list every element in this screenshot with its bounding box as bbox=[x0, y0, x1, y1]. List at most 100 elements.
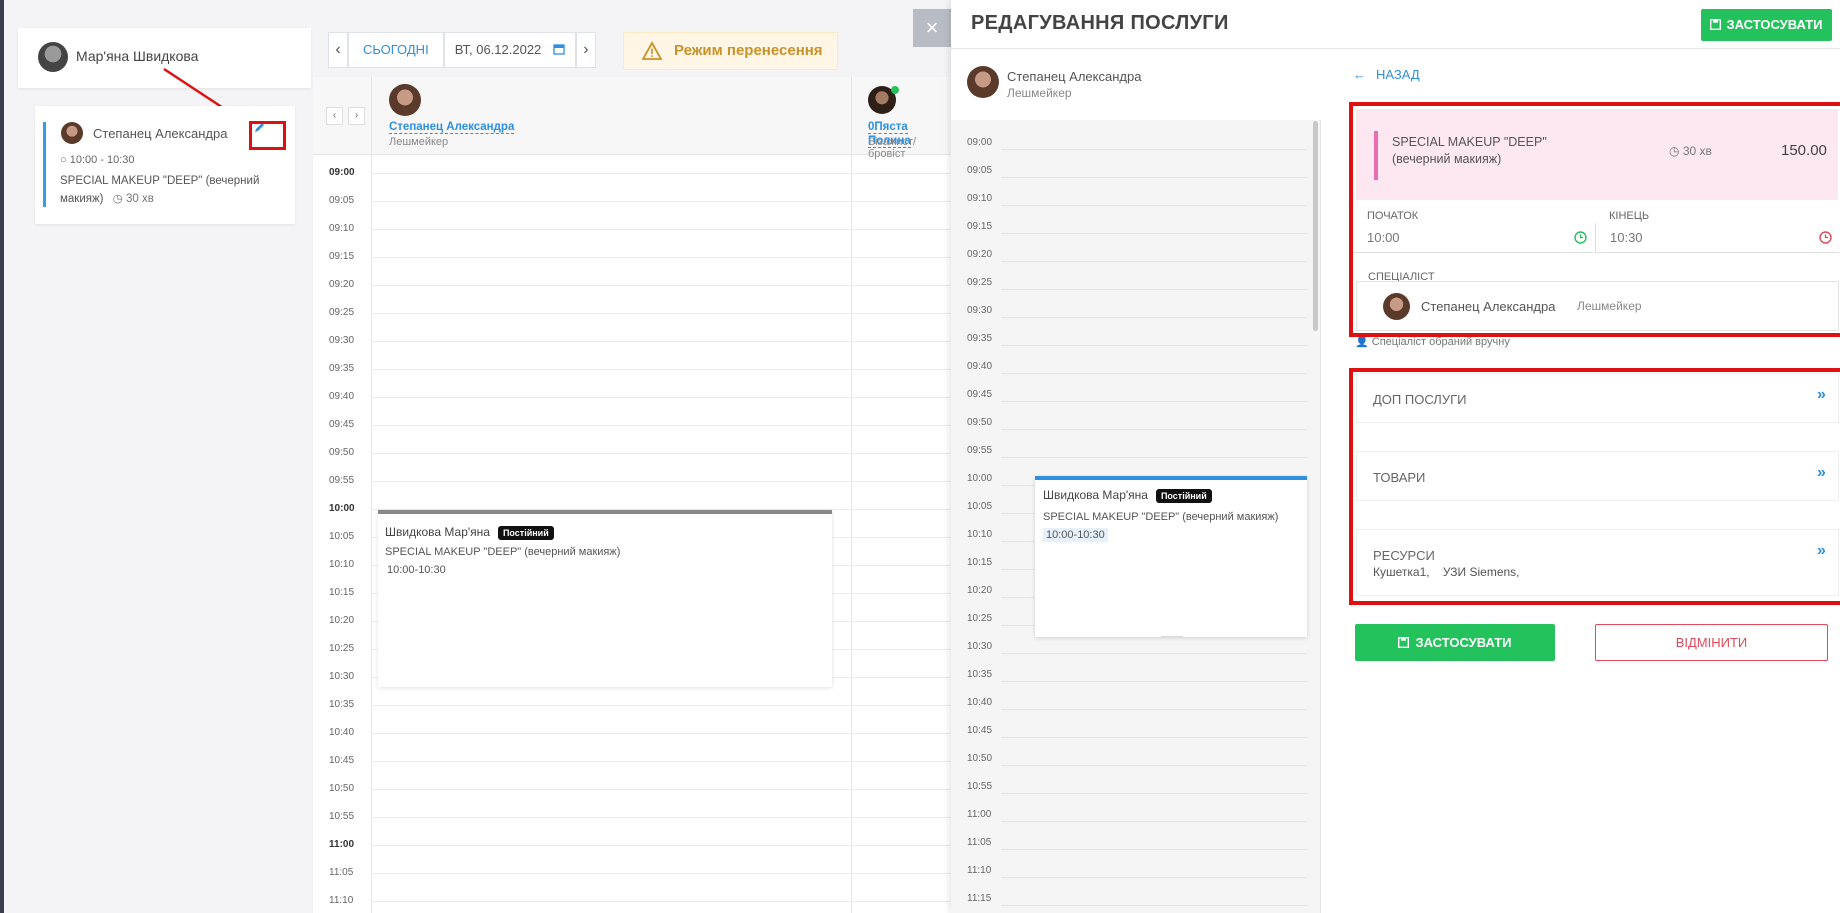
specialist-name-link[interactable]: Степанец Александра bbox=[389, 121, 515, 134]
mini-time-slot[interactable] bbox=[1001, 765, 1306, 766]
mini-time-slot[interactable] bbox=[1001, 149, 1306, 150]
mini-time-label: 10:25 bbox=[967, 613, 993, 624]
apply-top-button[interactable]: ЗАСТОСУВАТИ bbox=[1701, 9, 1832, 41]
mini-time-label: 10:00 bbox=[967, 473, 993, 484]
clock-icon: ○ bbox=[60, 154, 70, 166]
service-edit-form: ← НАЗАД SPECIAL MAKEUP "DEEP" (вечерний м… bbox=[1337, 49, 1840, 913]
panel-title: РЕДАГУВАННЯ ПОСЛУГИ bbox=[971, 12, 1229, 34]
mini-specialist-avatar bbox=[967, 66, 999, 98]
calendar-event[interactable]: Швидкова Мар'яна Постійний SPECIAL MAKEUP… bbox=[378, 510, 832, 687]
calendar-toolbar: ‹ СЬОГОДНІ ВТ, 06.12.2022 › bbox=[328, 32, 596, 68]
scrollbar[interactable] bbox=[1313, 121, 1318, 331]
app-left-rail bbox=[0, 0, 4, 913]
time-label: 10:50 bbox=[329, 783, 355, 794]
save-icon bbox=[1710, 18, 1722, 31]
time-slot[interactable] bbox=[372, 201, 953, 202]
specialist-avatar bbox=[389, 84, 421, 116]
time-slot[interactable] bbox=[372, 789, 953, 790]
cancel-button[interactable]: ВІДМІНИТИ bbox=[1595, 624, 1828, 661]
mini-time-slot[interactable] bbox=[1001, 205, 1306, 206]
save-icon bbox=[1398, 636, 1410, 649]
mini-timeline-header: Степанец Александра Лешмейкер bbox=[951, 49, 1321, 120]
time-slot[interactable] bbox=[372, 313, 953, 314]
specialist-column-1[interactable]: Степанец Александра bbox=[389, 119, 515, 134]
mini-time-slot[interactable] bbox=[1001, 289, 1306, 290]
mini-time-slot[interactable] bbox=[1001, 429, 1306, 430]
specialist-role: Лешмейкер bbox=[389, 136, 449, 148]
mini-specialist-name: Степанец Александра bbox=[1007, 69, 1142, 84]
mini-time-label: 09:30 bbox=[967, 305, 993, 316]
mini-time-slot[interactable] bbox=[1001, 317, 1306, 318]
mini-time-slot[interactable] bbox=[1001, 793, 1306, 794]
time-label: 10:10 bbox=[329, 559, 355, 570]
time-slot[interactable] bbox=[372, 453, 953, 454]
mini-time-slot[interactable] bbox=[1001, 177, 1306, 178]
time-label: 10:20 bbox=[329, 615, 355, 626]
mini-time-slot[interactable] bbox=[1001, 261, 1306, 262]
warning-icon bbox=[642, 41, 662, 60]
mini-time-slot[interactable] bbox=[1001, 821, 1306, 822]
prev-day-button[interactable]: ‹ bbox=[328, 32, 348, 68]
mini-timeline-event[interactable]: Швидкова Мар'яна Постійний SPECIAL MAKEUP… bbox=[1035, 476, 1307, 638]
close-panel-button[interactable]: × bbox=[913, 9, 951, 47]
mini-time-label: 11:10 bbox=[967, 865, 992, 876]
mini-time-slot[interactable] bbox=[1001, 401, 1306, 402]
mini-time-label: 10:20 bbox=[967, 585, 993, 596]
time-slot[interactable] bbox=[372, 285, 953, 286]
apply-button[interactable]: ЗАСТОСУВАТИ bbox=[1355, 624, 1555, 661]
mini-time-slot[interactable] bbox=[1001, 709, 1306, 710]
time-label: 09:50 bbox=[329, 447, 355, 458]
event-time: 10:00-10:30 bbox=[387, 564, 446, 576]
next-day-button[interactable]: › bbox=[575, 32, 596, 68]
time-slot[interactable] bbox=[372, 705, 953, 706]
time-slot[interactable] bbox=[372, 229, 953, 230]
date-value: ВТ, 06.12.2022 bbox=[454, 42, 542, 57]
time-label: 09:25 bbox=[329, 307, 355, 318]
mini-event-service: SPECIAL MAKEUP "DEEP" (вечерний макияж) bbox=[1043, 511, 1279, 523]
column-divider bbox=[851, 155, 852, 913]
mini-time-label: 09:45 bbox=[967, 389, 993, 400]
today-button[interactable]: СЬОГОДНІ bbox=[348, 32, 444, 68]
mini-time-slot[interactable] bbox=[1001, 345, 1306, 346]
prev-specialists-button[interactable]: ‹ bbox=[326, 107, 343, 125]
time-slot[interactable] bbox=[372, 173, 953, 174]
regular-client-badge: Постійний bbox=[497, 526, 554, 540]
mini-time-slot[interactable] bbox=[1001, 653, 1306, 654]
mini-time-slot[interactable] bbox=[1001, 233, 1306, 234]
time-slot[interactable] bbox=[372, 481, 953, 482]
mini-time-label: 09:10 bbox=[967, 193, 993, 204]
mini-time-slot[interactable] bbox=[1001, 373, 1306, 374]
date-picker[interactable]: ВТ, 06.12.2022 bbox=[443, 32, 576, 68]
mini-time-label: 11:05 bbox=[967, 837, 992, 848]
time-slot[interactable] bbox=[372, 761, 953, 762]
time-slot[interactable] bbox=[372, 341, 953, 342]
next-specialists-button[interactable]: › bbox=[348, 107, 365, 125]
time-slot[interactable] bbox=[372, 257, 953, 258]
mini-time-slot[interactable] bbox=[1001, 681, 1306, 682]
resize-handle[interactable] bbox=[1161, 636, 1183, 638]
time-slot[interactable] bbox=[372, 901, 953, 902]
time-slot[interactable] bbox=[372, 733, 953, 734]
booking-service: SPECIAL MAKEUP "DEEP" (вечерний макияж) … bbox=[60, 172, 285, 208]
event-client-row: Швидкова Мар'яна Постійний bbox=[385, 525, 554, 540]
column-divider bbox=[371, 155, 372, 913]
mini-time-slot[interactable] bbox=[1001, 737, 1306, 738]
time-label: 09:35 bbox=[329, 363, 355, 374]
time-slot[interactable] bbox=[372, 845, 953, 846]
mini-time-label: 10:45 bbox=[967, 725, 993, 736]
event-service: SPECIAL MAKEUP "DEEP" (вечерний макияж) bbox=[385, 546, 621, 558]
time-slot[interactable] bbox=[372, 817, 953, 818]
mini-time-slot[interactable] bbox=[1001, 457, 1306, 458]
back-link[interactable]: ← НАЗАД bbox=[1353, 67, 1420, 82]
time-slot[interactable] bbox=[372, 425, 953, 426]
mini-time-slot[interactable] bbox=[1001, 877, 1306, 878]
time-slot[interactable] bbox=[372, 369, 953, 370]
time-slot[interactable] bbox=[372, 873, 953, 874]
edit-service-panel: РЕДАГУВАННЯ ПОСЛУГИ ЗАСТОСУВАТИ Степанец… bbox=[951, 0, 1840, 913]
mini-time-label: 09:20 bbox=[967, 249, 993, 260]
mini-time-label: 09:15 bbox=[967, 221, 993, 232]
time-slot[interactable] bbox=[372, 397, 953, 398]
mini-time-slot[interactable] bbox=[1001, 905, 1306, 906]
mini-time-slot[interactable] bbox=[1001, 849, 1306, 850]
regular-client-badge: Постійний bbox=[1155, 489, 1212, 503]
